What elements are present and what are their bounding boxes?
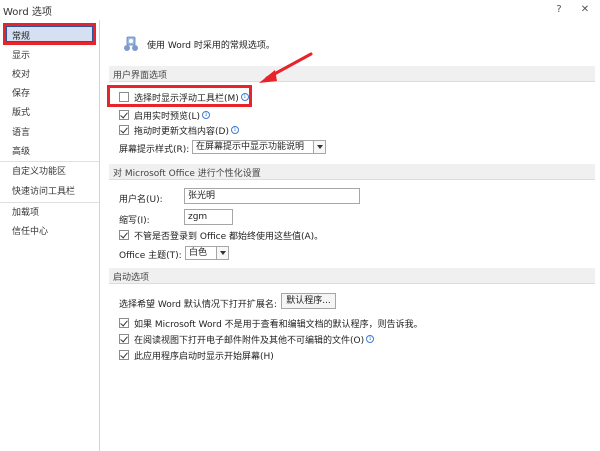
- sidebar-item-general[interactable]: 常规: [3, 23, 96, 45]
- office-theme-label: Office 主题(T):: [119, 251, 182, 261]
- close-button[interactable]: ✕: [572, 0, 598, 18]
- info-icon: i: [366, 335, 375, 343]
- sidebar-item-language[interactable]: 语言: [12, 126, 30, 140]
- title-bar: Word 选项 ? ✕: [0, 0, 600, 20]
- sidebar-item-proofing[interactable]: 校对: [12, 68, 30, 82]
- start-screen-label: 此应用程序启动时显示开始屏幕(H): [134, 351, 274, 362]
- sidebar-item-customize-ribbon[interactable]: 自定义功能区: [12, 165, 66, 179]
- sidebar-divider: [0, 202, 99, 203]
- reading-view-checkbox[interactable]: [119, 334, 129, 344]
- always-use-checkbox[interactable]: [119, 230, 129, 240]
- info-icon: i: [230, 126, 239, 134]
- start-screen-option[interactable]: 此应用程序启动时显示开始屏幕(H): [119, 348, 274, 362]
- screentip-style-value: 在屏幕提示中显示功能说明: [196, 142, 305, 152]
- live-preview-checkbox[interactable]: [119, 110, 129, 120]
- live-preview-option[interactable]: 启用实时预览(L) i: [119, 108, 211, 122]
- username-label: 用户名(U):: [119, 195, 163, 205]
- live-update-label: 拖动时更新文档内容(D): [134, 126, 229, 137]
- username-field[interactable]: 张光明: [184, 188, 360, 204]
- main-panel: 使用 Word 时采用的常规选项。 用户界面选项 选择时显示浮动工具栏(M) i…: [101, 20, 600, 451]
- annotation-arrow: [259, 52, 313, 83]
- reading-view-option[interactable]: 在阅读视图下打开电子邮件附件及其他不可编辑的文件(O) i: [119, 332, 375, 346]
- chevron-down-icon: [313, 141, 325, 153]
- section-startup: 启动选项: [109, 268, 595, 284]
- section-ui-options: 用户界面选项: [109, 66, 595, 82]
- start-screen-checkbox[interactable]: [119, 350, 129, 360]
- office-theme-value: 白色: [189, 248, 208, 258]
- sidebar-item-trust-center[interactable]: 信任中心: [12, 225, 48, 239]
- sidebar-item-display[interactable]: 显示: [12, 49, 30, 63]
- screentip-style-label: 屏幕提示样式(R):: [119, 145, 190, 155]
- always-use-label: 不管是否登录到 Office 都始终使用这些值(A)。: [134, 231, 324, 242]
- word-options-dialog: Word 选项 ? ✕ 常规 显示 校对 保存 版式 语言 高级 自定义功能区 …: [0, 0, 600, 451]
- tell-me-label: 如果 Microsoft Word 不是用于查看和编辑文档的默认程序，则告诉我。: [134, 319, 423, 330]
- reading-view-label: 在阅读视图下打开电子邮件附件及其他不可编辑的文件(O): [134, 335, 365, 346]
- default-extension-label: 选择希望 Word 默认情况下打开扩展名:: [119, 300, 277, 310]
- live-preview-label: 启用实时预览(L): [134, 111, 201, 122]
- sidebar-item-typography[interactable]: 版式: [12, 106, 30, 120]
- section-title: 对 Microsoft Office 进行个性化设置: [113, 169, 261, 179]
- default-programs-button[interactable]: 默认程序...: [281, 293, 336, 309]
- sidebar-item-quick-access-toolbar[interactable]: 快速访问工具栏: [12, 185, 75, 199]
- info-icon: i: [202, 111, 211, 119]
- office-theme-select[interactable]: 白色: [185, 246, 229, 260]
- general-options-icon: [124, 36, 138, 51]
- window-title: Word 选项: [3, 7, 52, 18]
- sidebar-item-save[interactable]: 保存: [12, 87, 30, 101]
- always-use-option[interactable]: 不管是否登录到 Office 都始终使用这些值(A)。: [119, 228, 323, 242]
- live-update-checkbox[interactable]: [119, 125, 129, 135]
- sidebar-item-label: 常规: [12, 32, 31, 42]
- initials-field[interactable]: zgm: [184, 209, 233, 225]
- sidebar: 常规 显示 校对 保存 版式 语言 高级 自定义功能区 快速访问工具栏 加载项 …: [0, 20, 100, 451]
- tell-me-checkbox[interactable]: [119, 318, 129, 328]
- section-title: 用户界面选项: [113, 71, 168, 81]
- help-button[interactable]: ?: [546, 0, 572, 18]
- annotation-highlight-box: [107, 85, 252, 107]
- live-update-option[interactable]: 拖动时更新文档内容(D) i: [119, 123, 239, 137]
- section-title: 启动选项: [113, 273, 150, 283]
- chevron-down-icon: [216, 247, 228, 259]
- sidebar-item-advanced[interactable]: 高级: [12, 145, 30, 159]
- sidebar-divider: [0, 161, 99, 162]
- initials-label: 缩写(I):: [119, 216, 150, 226]
- section-personalize: 对 Microsoft Office 进行个性化设置: [109, 164, 595, 180]
- screentip-style-select[interactable]: 在屏幕提示中显示功能说明: [192, 140, 326, 154]
- tell-me-option[interactable]: 如果 Microsoft Word 不是用于查看和编辑文档的默认程序，则告诉我。: [119, 316, 423, 330]
- sidebar-item-add-ins[interactable]: 加载项: [12, 206, 39, 220]
